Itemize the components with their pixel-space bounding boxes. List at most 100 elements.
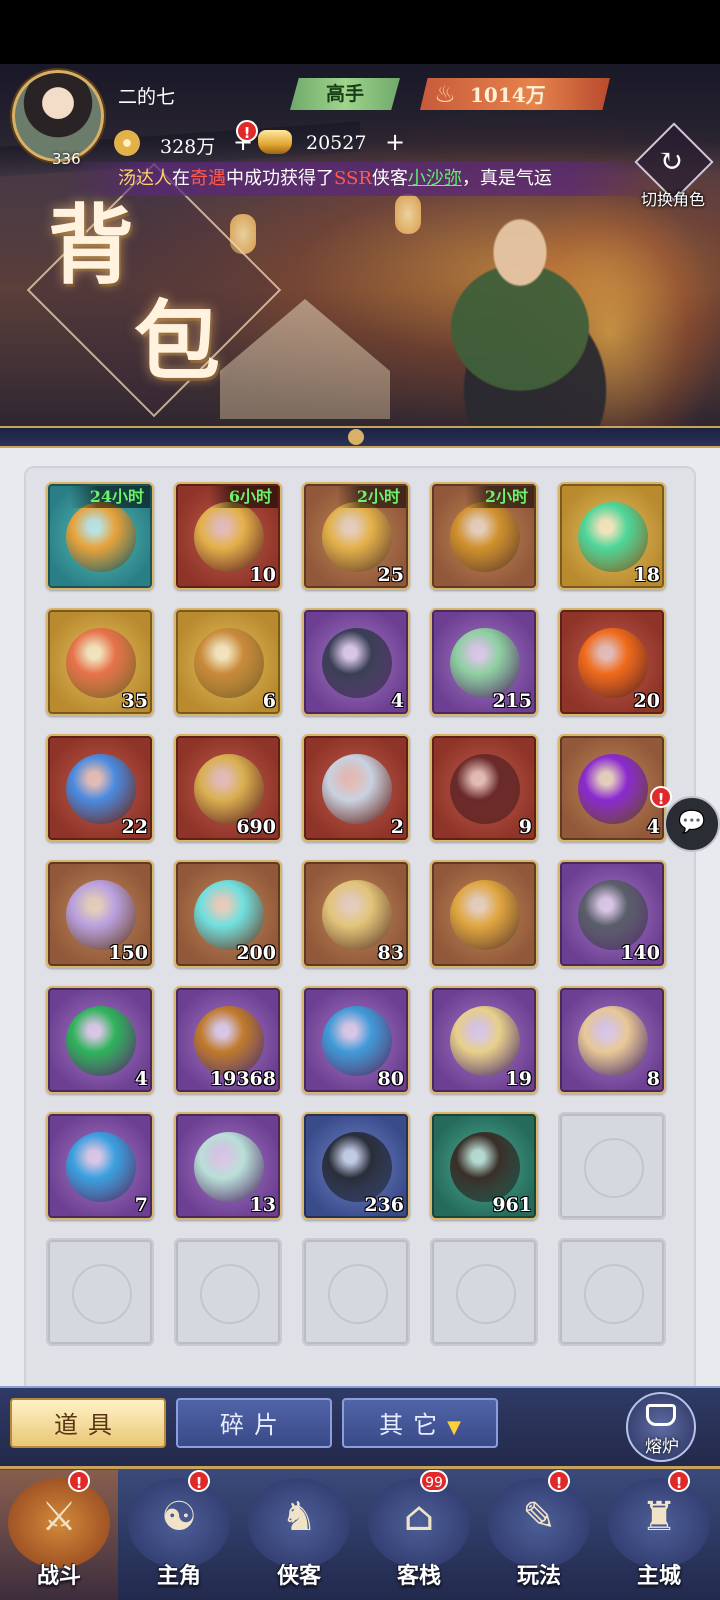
nav-icon: ♜ — [641, 1494, 677, 1540]
inventory-item[interactable]: 19 — [430, 986, 538, 1094]
inventory-item[interactable]: 2 — [302, 734, 410, 842]
inventory-item[interactable]: 7 — [46, 1112, 154, 1220]
jade-token-icon — [578, 1006, 648, 1076]
blue-banner-icon — [66, 1132, 136, 1202]
inventory-item[interactable]: 4 — [558, 734, 666, 842]
add-gold-button[interactable]: + — [385, 128, 405, 156]
item-count: 19368 — [209, 1068, 276, 1090]
item-count: 25 — [377, 564, 404, 586]
announcement-ticker: 汤达人在奇遇中成功获得了SSR侠客小沙弥，真是气运 — [60, 162, 660, 196]
nav-label: 主城 — [636, 1563, 681, 1589]
nav-item-0[interactable]: ⚔ 战斗! — [0, 1470, 118, 1600]
inventory-item[interactable]: 83 — [302, 860, 410, 968]
fire-orb-icon — [578, 628, 648, 698]
inventory-item[interactable]: 140 — [558, 860, 666, 968]
aqua-stone-icon — [194, 880, 264, 950]
inventory-item[interactable]: 690 — [174, 734, 282, 842]
inventory-item[interactable]: 13 — [174, 1112, 282, 1220]
nav-item-4[interactable]: ✎ 玩法! — [480, 1470, 598, 1600]
inventory-item[interactable]: 19368 — [174, 986, 282, 1094]
inventory-item[interactable]: 20 — [558, 608, 666, 716]
inventory-item[interactable]: 24小时 — [46, 482, 154, 590]
wine-jar-icon — [450, 754, 520, 824]
empty-slot[interactable] — [558, 1238, 666, 1346]
gold-amount: 20527 — [306, 132, 367, 154]
inventory-item[interactable]: 8 — [558, 986, 666, 1094]
item-count: 140 — [620, 942, 660, 964]
copper-amount: 328万 — [160, 136, 216, 158]
inventory-item[interactable]: 80 — [302, 986, 410, 1094]
green-orb-icon — [66, 1006, 136, 1076]
timer-label: 2小时 — [336, 486, 406, 508]
item-count: 4 — [390, 690, 404, 712]
item-count: 150 — [108, 942, 148, 964]
inventory-item[interactable]: 215 — [430, 608, 538, 716]
inventory-item[interactable]: 2小时 25 — [302, 482, 410, 590]
empty-slot[interactable] — [46, 1238, 154, 1346]
inventory-item[interactable]: 6小时 10 — [174, 482, 282, 590]
page-title: 背 包 — [48, 198, 226, 390]
inventory-item[interactable]: 2小时 — [430, 482, 538, 590]
nav-icon: ♞ — [281, 1494, 317, 1540]
alert-badge: ! — [188, 1470, 210, 1492]
inventory-item[interactable]: 35 — [46, 608, 154, 716]
player-avatar[interactable] — [12, 70, 104, 162]
flame-icon: ♨ — [434, 80, 456, 108]
rank-badge[interactable]: 高手 — [290, 78, 400, 110]
nav-item-1[interactable]: ☯ 主角! — [120, 1470, 238, 1600]
nav-label: 战斗 — [36, 1563, 81, 1589]
chat-button[interactable]: 💬 — [664, 796, 720, 852]
item-count: 10 — [249, 564, 276, 586]
item-count: 19 — [505, 1068, 532, 1090]
switch-role-button[interactable]: ↻ 切换角色 — [634, 122, 714, 212]
inventory-item[interactable]: 4 — [46, 986, 154, 1094]
gold-ingot-icon — [258, 130, 292, 154]
nav-label: 客栈 — [396, 1563, 441, 1589]
banner-divider — [0, 426, 720, 448]
inventory-item[interactable]: 200 — [174, 860, 282, 968]
hero-character-art — [370, 190, 670, 440]
tab-fragments[interactable]: 碎片 — [176, 1398, 332, 1448]
inventory-item[interactable]: 18 — [558, 482, 666, 590]
chat-icon: 💬 — [678, 810, 706, 835]
nav-item-2[interactable]: ♞ 侠客 — [240, 1470, 358, 1600]
coins-hourglass-icon — [194, 502, 264, 572]
inventory-item[interactable]: 22 — [46, 734, 154, 842]
item-count: 18 — [633, 564, 660, 586]
inventory-item[interactable]: 150 — [46, 860, 154, 968]
dark-ore-icon — [322, 628, 392, 698]
inventory-item[interactable]: 4 — [302, 608, 410, 716]
combat-power-value: 1014万 — [470, 83, 546, 107]
empty-slot[interactable] — [174, 1238, 282, 1346]
green-jade-icon — [578, 502, 648, 572]
inventory-item[interactable] — [430, 860, 538, 968]
empty-slot[interactable] — [558, 1112, 666, 1220]
timer-label: 24小时 — [69, 486, 150, 508]
nav-item-3[interactable]: ⌂ 客栈 99 — [360, 1470, 478, 1600]
inventory-item[interactable]: 236 — [302, 1112, 410, 1220]
nav-icon: ⌂ — [403, 1494, 435, 1540]
tri-crystal-icon — [322, 1006, 392, 1076]
ticker-hero-link[interactable]: 小沙弥 — [408, 168, 462, 189]
nav-icon: ☯ — [161, 1494, 197, 1540]
nav-item-5[interactable]: ♜ 主城! — [600, 1470, 718, 1600]
timer-label: 6小时 — [208, 486, 278, 508]
copper-coin-icon — [114, 130, 140, 156]
ancient-scroll-icon — [322, 880, 392, 950]
empty-slot[interactable] — [430, 1238, 538, 1346]
furnace-button[interactable]: 熔炉 — [626, 1392, 696, 1462]
tab-items[interactable]: 道具 — [10, 1398, 166, 1448]
bronze-orb-icon — [194, 1006, 264, 1076]
tea-jar-icon — [194, 1132, 264, 1202]
flower-wine-jar-icon — [322, 1132, 392, 1202]
alert-badge: ! — [548, 1470, 570, 1492]
inventory-item[interactable]: 6 — [174, 608, 282, 716]
refresh-icon: ↻ — [658, 144, 684, 179]
liquor-jar-icon — [450, 1132, 520, 1202]
tab-others[interactable]: 其它▼ — [342, 1398, 498, 1448]
inventory-item[interactable]: 961 — [430, 1112, 538, 1220]
status-bar — [0, 0, 720, 64]
nav-label: 侠客 — [276, 1563, 321, 1589]
inventory-item[interactable]: 9 — [430, 734, 538, 842]
empty-slot[interactable] — [302, 1238, 410, 1346]
